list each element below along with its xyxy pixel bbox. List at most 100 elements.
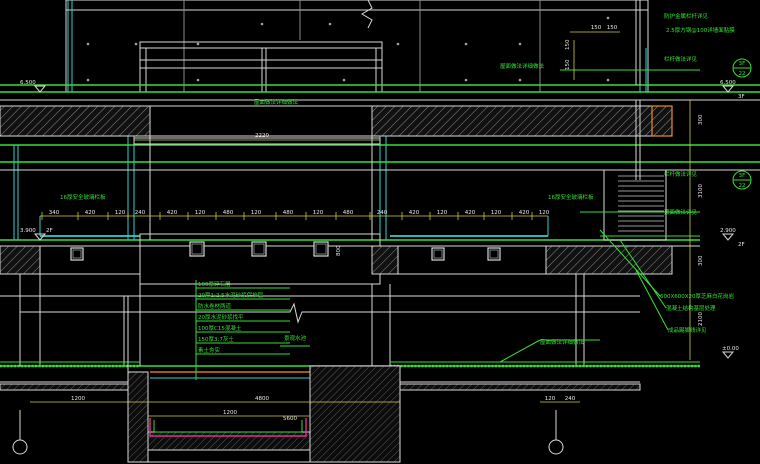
wall-dot (518, 42, 522, 46)
dim-top-side-a: 150 (565, 39, 571, 50)
note-r6: 600X600X20厚芝麻白花岗岩 (660, 292, 735, 300)
dim-row-label: 120 (251, 210, 262, 216)
dim-row-label: 120 (195, 210, 206, 216)
wall-dot (328, 22, 332, 26)
dim-pool-width: 5600 (283, 416, 297, 422)
note-pool-title: 景观水池 (284, 334, 307, 342)
wall-dot (464, 78, 468, 82)
dim-pool-label: 1200 (223, 410, 237, 416)
wall-dot (342, 78, 346, 82)
dim-bottom-r2: 240 (565, 396, 576, 402)
dim-row-label: 420 (465, 210, 476, 216)
axis-bubble-mid-right: 3F 22 (732, 170, 752, 190)
break-symbol-top (361, 0, 373, 29)
dim-row-label: 120 (539, 210, 550, 216)
note-r5: 顶面做法详见 (664, 208, 698, 216)
note-r4: 栏杆做法详见 (664, 170, 698, 178)
dim-vert-d: 2100 (698, 312, 704, 326)
wall-dot (606, 78, 610, 82)
wall-dot (86, 78, 90, 82)
dim-vert-b: 3100 (698, 184, 704, 198)
note-layer2: 20厚1:2.5水泥砂浆保护层 (198, 291, 264, 299)
upper-slab (0, 105, 673, 137)
dim-row-label: 480 (343, 210, 354, 216)
wall-dot (196, 78, 200, 82)
svg-text:2.900: 2.900 (720, 228, 736, 234)
axis-bubble-bottom-right (548, 439, 564, 455)
axis-bubble-top-lower: 22 (739, 71, 746, 77)
wall-dot (606, 16, 610, 20)
note-layer1: 100厚碎石层 (198, 280, 231, 288)
landscape-pool (127, 365, 401, 463)
dim-bottom-r1: 120 (545, 396, 556, 402)
axis-bubble-mid-lower: 22 (739, 183, 746, 189)
dimension-row: 340 420 120 240 420 120 480 120 480 120 480 240 420 1… (41, 210, 550, 220)
note-layer3: 防水卷材两道 (198, 302, 232, 310)
note-r7: 混凝土结构基层处理 (666, 304, 716, 312)
glass-balustrade (39, 216, 549, 237)
svg-text:2F: 2F (738, 242, 745, 248)
second-slab (0, 233, 673, 285)
level-marker-mid-left: 3.900 2F (20, 228, 53, 241)
level-marker-top-right: 6.500 3F (720, 80, 745, 100)
svg-text:3F: 3F (738, 94, 745, 100)
dim-row-label: 480 (283, 210, 294, 216)
note-r2: 2.5厚方钢@100详墙面贴膜 (666, 26, 735, 34)
wall-dot (464, 42, 468, 46)
dim-row-label: 120 (115, 210, 126, 216)
wall-dot (260, 22, 264, 26)
dim-row-label: 120 (437, 210, 448, 216)
dim-row-label: 240 (377, 210, 388, 216)
cad-drawing-viewport[interactable]: 3F 22 3F 22 6.500 6.500 3F 3.900 2F 2.90… (0, 0, 760, 464)
note-glass-left: 16厚安全玻璃栏板 (60, 193, 106, 201)
dim-top-side-b: 150 (565, 59, 571, 70)
svg-text:2F: 2F (46, 228, 53, 234)
wall-dot (396, 42, 400, 46)
wall-dot (134, 42, 138, 46)
level-marker-top-left: 6.500 (20, 80, 47, 93)
svg-text:6.500: 6.500 (720, 80, 736, 86)
section-elevation-drawing: 3F 22 3F 22 6.500 6.500 3F 3.900 2F 2.90… (0, 0, 760, 463)
dim-vert-c: 300 (698, 255, 704, 266)
svg-text:6.500: 6.500 (20, 80, 36, 86)
note-layer7: 素土夯实 (198, 346, 221, 354)
wall-dot (196, 42, 200, 46)
level-marker-mid-right: 2.900 2F (720, 228, 745, 248)
axis-bubble-mid-upper: 3F (739, 173, 746, 179)
dim-row-label: 420 (409, 210, 420, 216)
svg-text:±0.00: ±0.00 (722, 346, 739, 352)
note-layer5: 100厚C15混凝土 (198, 324, 242, 332)
note-glass-right: 16厚安全玻璃栏板 (548, 193, 594, 201)
note-wall-left: 屋面做法详细做法 (254, 98, 299, 106)
axis-bubble-bottom-left (12, 439, 28, 455)
dim-top-right-a: 150 (591, 25, 602, 31)
note-roof: 屋面做法详细做法 (500, 62, 545, 70)
note-r3: 栏杆做法详见 (664, 55, 698, 63)
svg-text:3.900: 3.900 (20, 228, 36, 234)
dim-vert-a: 300 (698, 114, 704, 125)
dim-span-top: 2220 (255, 133, 269, 139)
level-marker-ground: ±0.00 (721, 346, 739, 359)
dim-row-label: 340 (49, 210, 60, 216)
break-symbol-mid (20, 302, 640, 324)
lower-walls (19, 274, 585, 366)
dim-row-label: 420 (167, 210, 178, 216)
note-r8: 成品踢脚线详见 (668, 326, 707, 334)
wall-dot (518, 78, 522, 82)
mid-span (133, 136, 381, 240)
dim-window-height: 800 (336, 245, 342, 256)
axis-bubble-top-right: 3F 22 (732, 58, 752, 78)
note-layer4: 20厚水泥砂浆找平 (198, 313, 244, 321)
note-layer6: 150厚3:7灰土 (198, 335, 234, 343)
dim-top-right-b: 150 (607, 25, 618, 31)
dim-bottom-mid: 4800 (255, 396, 269, 402)
dim-row-label: 240 (135, 210, 146, 216)
slab-windows (70, 241, 501, 261)
dim-row-label: 120 (313, 210, 324, 216)
dim-row-label: 120 (491, 210, 502, 216)
dim-row-label: 420 (85, 210, 96, 216)
note-ground: 屋面做法详细做法 (540, 338, 585, 346)
upper-wall-panel (65, 0, 649, 93)
dim-row-label: 480 (223, 210, 234, 216)
dim-row-label: 420 (519, 210, 530, 216)
